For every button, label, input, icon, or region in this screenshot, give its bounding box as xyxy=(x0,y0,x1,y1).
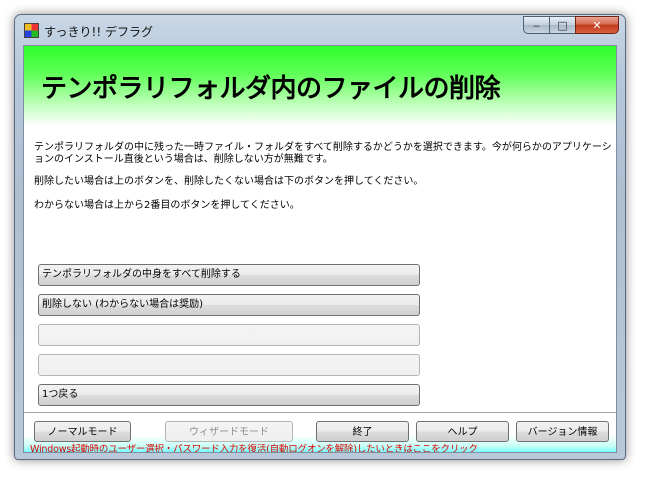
title-bar[interactable]: すっきり!! デフラグ ‒ □ ✕ xyxy=(15,15,625,45)
app-icon xyxy=(24,23,39,38)
footer-bar: ノーマルモード ウィザードモード 終了 ヘルプ バージョン情報 Windows起… xyxy=(24,412,616,452)
auto-logon-hint-link[interactable]: Windows起動時のユーザー選択・パスワード入力を復活(自動ログオンを解除)し… xyxy=(30,441,614,452)
minimize-icon: ‒ xyxy=(533,18,540,32)
description-line-3: わからない場合は上から2番目のボタンを押してください。 xyxy=(34,200,300,211)
version-info-button[interactable]: バージョン情報 xyxy=(516,421,609,442)
close-icon: ✕ xyxy=(592,18,602,32)
close-button[interactable]: ✕ xyxy=(575,16,619,34)
page-title: テンポラリフォルダ内のファイルの削除 xyxy=(41,74,501,104)
caption-buttons: ‒ □ ✕ xyxy=(523,16,619,35)
exit-button[interactable]: 終了 xyxy=(316,421,409,442)
description: テンポラリフォルダの中に残った一時ファイル・フォルダをすべて削除するかどうかを選… xyxy=(34,142,612,224)
help-button[interactable]: ヘルプ xyxy=(416,421,509,442)
maximize-icon: □ xyxy=(557,18,568,32)
window-title: すっきり!! デフラグ xyxy=(44,25,153,39)
maximize-button[interactable]: □ xyxy=(549,16,575,34)
app-window: すっきり!! デフラグ ‒ □ ✕ テンポラリフォルダ内のファイルの削除 テンポ… xyxy=(14,14,626,460)
empty-option-button-2 xyxy=(38,354,420,376)
description-line-1: テンポラリフォルダの中に残った一時ファイル・フォルダをすべて削除するかどうかを選… xyxy=(34,142,612,165)
wizard-mode-button: ウィザードモード xyxy=(165,421,293,442)
description-line-2: 削除したい場合は上のボタンを、削除したくない場合は下のボタンを押してください。 xyxy=(34,176,424,187)
client-area: テンポラリフォルダ内のファイルの削除 テンポラリフォルダの中に残った一時ファイル… xyxy=(23,45,617,453)
back-button[interactable]: 1つ戻る xyxy=(38,384,420,406)
normal-mode-button[interactable]: ノーマルモード xyxy=(34,421,131,442)
delete-all-button[interactable]: テンポラリフォルダの中身をすべて削除する xyxy=(38,264,420,286)
minimize-button[interactable]: ‒ xyxy=(523,16,549,34)
empty-option-button-1 xyxy=(38,324,420,346)
header-banner: テンポラリフォルダ内のファイルの削除 xyxy=(24,46,616,126)
do-not-delete-button[interactable]: 削除しない (わからない場合は奨励) xyxy=(38,294,420,316)
